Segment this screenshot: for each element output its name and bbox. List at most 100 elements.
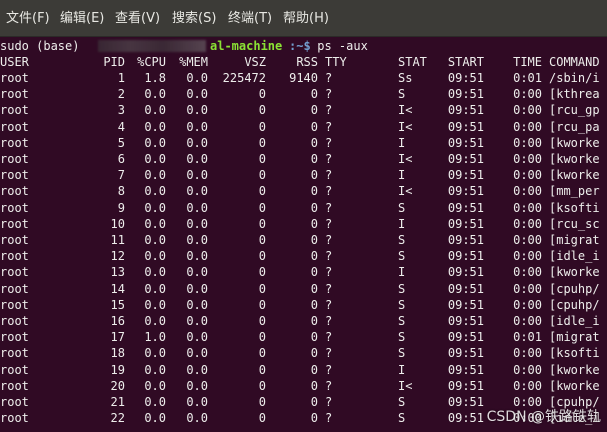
cell-tty: ? [325,378,333,393]
cell-mem: 0.0 [186,314,208,328]
cell-rss: 0 [310,216,318,231]
cell-vsz: 0 [258,297,266,312]
cell-stat: I< [398,119,413,134]
cell-cpu: 0.0 [144,200,166,215]
cell-cpu: 0.0 [144,184,166,199]
cell-mem: 0.0 [186,395,208,409]
cell-vsz: 0 [258,184,266,199]
cell-vsz: 0 [258,265,266,280]
cell-vsz: 0 [258,249,266,264]
cell-user: root [0,297,29,312]
cell-stat: STAT [398,55,427,69]
cell-cmd: /sbin/i [549,71,600,85]
process-row: root 1 1.8 0.0 225472 9140? Ss 09:51 0:01/sbin/i [0,70,607,86]
cell-mem: 0.0 [186,411,208,426]
cell-mem: 0.0 [186,152,208,166]
cell-pid: 6 [117,152,125,166]
cell-start: 09:51 [447,87,484,102]
cell-user: root [0,378,29,393]
menu-help[interactable]: 帮助(H) [283,0,329,36]
cell-user: root [0,362,29,377]
cell-stat: I [398,265,406,280]
cell-tty: ? [325,103,333,118]
process-row: root 18 0.0 0.0 0 0? S 09:51 0:00 [ksofti [0,345,607,361]
cell-cpu: 0.0 [144,362,166,377]
process-row: root 6 0.0 0.0 0 0? I< 09:51 0:00 [kworke [0,151,607,167]
cell-cpu: 0.0 [144,168,166,183]
cell-tty: ? [325,135,333,150]
cell-stat: S [398,395,406,409]
cell-stat: I [398,216,406,231]
cell-pid: 14 [110,281,125,296]
cell-cpu: 1.8 [144,71,166,85]
cell-stat: S [398,281,406,296]
cell-user: root [0,330,29,345]
cell-pid: 12 [110,249,125,264]
cell-user: root [0,265,29,280]
cell-cpu: 0.0 [144,281,166,296]
cell-cpu: 0.0 [144,249,166,264]
menu-edit[interactable]: 编辑(E) [60,0,104,36]
cell-stat: S [398,314,406,328]
cell-cpu: 0.0 [144,314,166,328]
cell-start: 09:51 [447,184,484,199]
process-row: root 2 0.0 0.0 0 0? S 09:51 0:00 [kthrea [0,86,607,102]
cell-time: 0:00 [513,346,542,361]
cell-start: 09:51 [447,152,484,166]
terminal-output[interactable]: sudo (base) al-machine :~$ ps -aux USER P… [0,37,607,432]
cell-cpu: 0.0 [144,411,166,426]
terminal-menubar: 文件(F) 编辑(E) 查看(V) 搜索(S) 终端(T) 帮助(H) [0,0,607,37]
cell-tty: ? [325,265,333,280]
cell-tty: ? [325,314,333,328]
cell-start: START [447,55,484,69]
cell-pid: 17 [110,330,125,345]
cell-rss: 0 [310,233,318,247]
cell-tty: ? [325,297,333,312]
cell-stat: I< [398,152,413,166]
process-row: root 14 0.0 0.0 0 0? S 09:51 0:00 [cpuhp/ [0,281,607,297]
cell-pid: 20 [110,378,125,393]
cell-tty: ? [325,168,333,183]
cell-cmd: [ksofti [549,346,600,361]
cell-time: 0:00 [513,281,542,296]
cell-vsz: 0 [258,395,266,409]
cell-user: root [0,346,29,361]
cell-cmd: [kworke [549,378,600,393]
cell-user: root [0,395,29,409]
cell-rss: 9140 [289,71,318,85]
cell-vsz: 0 [258,168,266,183]
cell-cpu: 0.0 [144,87,166,102]
cell-start: 09:51 [447,281,484,296]
menu-file[interactable]: 文件(F) [6,0,50,36]
cell-time: 0:00 [513,184,542,199]
cell-cmd: [kthrea [549,87,600,102]
cell-rss: 0 [310,362,318,377]
cell-cpu: 0.0 [144,152,166,166]
cell-pid: 9 [117,200,125,215]
cell-tty: TTY [325,55,347,69]
menu-terminal[interactable]: 终端(T) [228,0,272,36]
cell-user: root [0,281,29,296]
cell-stat: I [398,362,406,377]
cell-user: root [0,152,29,166]
cell-time: 0:00 [513,103,542,118]
cell-start: 09:51 [447,233,484,247]
menu-search[interactable]: 搜索(S) [172,0,216,36]
cell-user: root [0,87,29,102]
cell-mem: 0.0 [186,200,208,215]
cell-time: 0:00 [513,168,542,183]
menu-view[interactable]: 查看(V) [115,0,160,36]
cell-vsz: 0 [258,233,266,247]
cell-tty: ? [325,249,333,264]
cell-time: 0:00 [513,249,542,264]
cell-pid: 5 [117,135,125,150]
process-row: root 19 0.0 0.0 0 0? I 09:51 0:00 [kworke [0,362,607,378]
cell-mem: 0.0 [186,71,208,85]
cell-pid: 3 [117,103,125,118]
cell-time: 0:00 [513,362,542,377]
cell-rss: 0 [310,152,318,166]
cell-user: root [0,249,29,264]
cell-mem: %MEM [179,55,208,69]
cell-time: 0:00 [513,233,542,247]
process-row: root 10 0.0 0.0 0 0? I 09:51 0:00 [rcu_sc [0,216,607,232]
